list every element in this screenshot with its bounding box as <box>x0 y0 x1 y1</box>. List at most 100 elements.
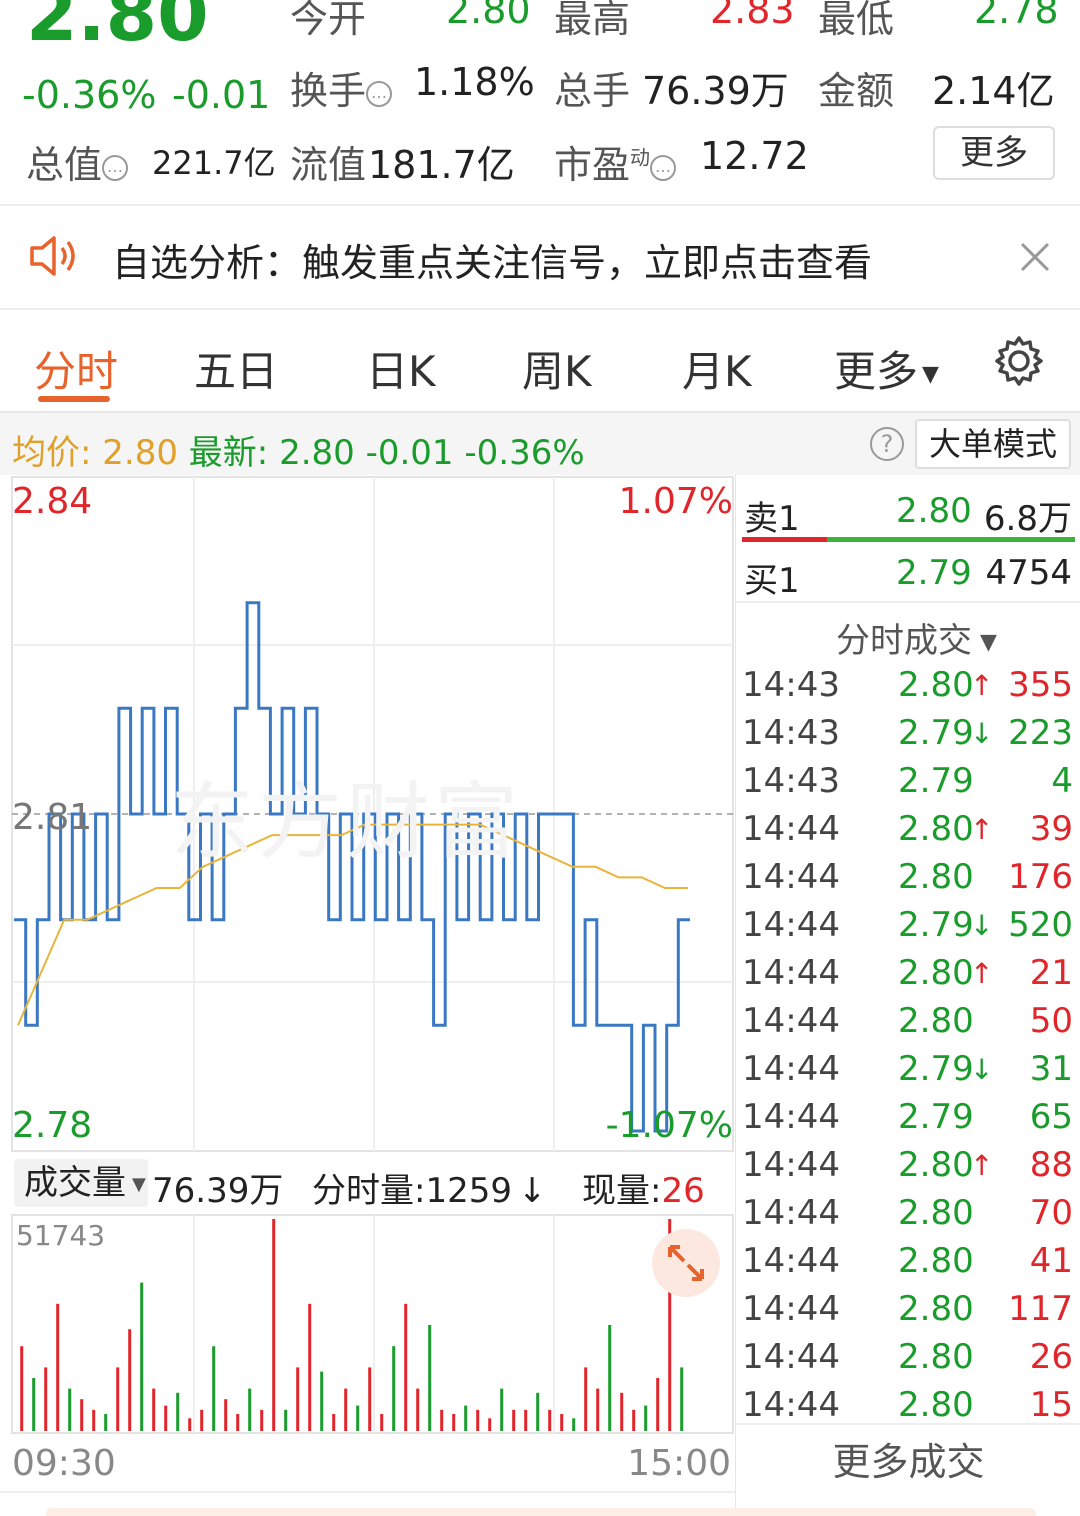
arrow-down-icon: ↓ <box>970 909 994 942</box>
caret-down-icon: ▼ <box>980 630 997 655</box>
tick-volume: 117 <box>1008 1289 1073 1329</box>
volume-axis-max: 51743 <box>16 1219 106 1252</box>
tick-row: 14:44 2.80 41 <box>736 1241 1080 1289</box>
volume-bar <box>680 1367 684 1431</box>
tick-time: 14:44 <box>742 905 840 945</box>
volume-value: 76.39万 <box>642 69 789 113</box>
tick-time: 14:44 <box>742 1241 840 1281</box>
big-order-mode-button[interactable]: 大单模式 <box>915 419 1071 469</box>
expand-icon[interactable] <box>652 1229 720 1297</box>
open-value: 2.80 <box>446 0 531 32</box>
tick-price: 2.79 <box>898 761 974 801</box>
tick-volume: 31 <box>1029 1049 1073 1089</box>
volume-bar <box>260 1409 264 1431</box>
volume-bar <box>356 1405 360 1431</box>
tick-row: 14:44 2.80 15 <box>736 1385 1080 1433</box>
tick-time: 14:44 <box>742 1385 840 1425</box>
tick-time: 14:44 <box>742 953 840 993</box>
indicator-select[interactable]: 成交量 ▼ <box>14 1159 148 1207</box>
tick-row: 14:44 2.80 ↑ 88 <box>736 1145 1080 1193</box>
volume-bar <box>332 1414 336 1431</box>
buy1-price: 2.79 <box>896 553 972 593</box>
ticks-header[interactable]: 分时成交 ▼ <box>836 613 997 662</box>
volume-bar <box>236 1414 240 1431</box>
tick-row: 14:44 2.79 ↓ 520 <box>736 905 1080 953</box>
tick-price: 2.79 <box>898 1049 974 1089</box>
avg-value: 2.80 <box>102 433 178 473</box>
tab-monthly-k[interactable]: 月K <box>682 338 752 399</box>
help-icon[interactable]: ? <box>870 427 904 461</box>
gear-icon[interactable] <box>992 334 1046 388</box>
quote-header: 2.80 -0.36% -0.01 今开 2.80 最高 2.83 最低 2.7… <box>0 0 1080 204</box>
chart-info-bar: 均价: 2.80 最新: 2.80 -0.01 -0.36% ? 大单模式 <box>0 413 1080 475</box>
tab-daily-k[interactable]: 日K <box>366 338 436 399</box>
volume-bar <box>56 1303 60 1431</box>
tick-row: 14:44 2.80 70 <box>736 1193 1080 1241</box>
intraday-chart[interactable]: 东方财富 2.84 2.81 2.78 1.07% -1.07% 成交量 ▼ 76… <box>0 475 1080 1516</box>
tick-price: 2.80 <box>898 809 974 849</box>
change-percent: -0.36% <box>22 73 157 117</box>
notice-bar[interactable]: 自选分析：触发重点关注信号，立即点击查看 <box>0 206 1080 308</box>
volume-bar <box>200 1409 204 1431</box>
arrow-up-icon: ↑ <box>970 669 994 702</box>
volume-bar <box>68 1388 72 1431</box>
tick-volume: 355 <box>1008 665 1073 705</box>
tick-time: 14:43 <box>742 713 840 753</box>
tab-five-day[interactable]: 五日 <box>194 338 278 399</box>
volume-bar <box>44 1367 48 1431</box>
tick-row: 14:43 2.79 ↓ 223 <box>736 713 1080 761</box>
current-volume: 现量:26 <box>582 1171 705 1211</box>
buy1-volume: 4754 <box>985 553 1072 593</box>
volume-bar <box>404 1303 408 1431</box>
volume-bar <box>572 1418 576 1431</box>
volume-total: 76.39万 <box>152 1171 284 1211</box>
tick-time: 14:44 <box>742 857 840 897</box>
turnover-label[interactable]: 换手… <box>290 60 393 115</box>
volume-bar <box>272 1219 276 1431</box>
tick-volume: 15 <box>1029 1385 1073 1425</box>
arrow-down-icon: ↓ <box>518 1171 547 1211</box>
volume-bar <box>116 1367 120 1431</box>
low-label: 最低 <box>818 0 895 41</box>
mktcap-label[interactable]: 总值… <box>26 134 129 189</box>
turnover-value: 1.18% <box>414 60 535 104</box>
more-button[interactable]: 更多 <box>933 126 1055 180</box>
tick-price: 2.80 <box>898 953 974 993</box>
volume-bar <box>320 1371 324 1431</box>
float-value: 181.7亿 <box>368 143 515 187</box>
volume-bar <box>104 1414 108 1431</box>
arrow-down-icon: ↓ <box>970 717 994 750</box>
pe-label[interactable]: 市盈动… <box>554 134 677 189</box>
tick-row: 14:44 2.80 50 <box>736 1001 1080 1049</box>
close-icon[interactable] <box>1018 240 1052 274</box>
amount-label: 金额 <box>818 69 895 113</box>
tick-volume: 26 <box>1029 1337 1073 1377</box>
tick-price: 2.79 <box>898 1097 974 1137</box>
low-value: 2.78 <box>974 0 1059 32</box>
volume-bar <box>656 1378 660 1431</box>
tick-row: 14:44 2.79 ↓ 31 <box>736 1049 1080 1097</box>
tick-price: 2.80 <box>898 1337 974 1377</box>
price-axis-mid: 2.81 <box>12 797 93 838</box>
volume-bar <box>536 1392 540 1431</box>
volume-label: 总手 <box>554 69 631 113</box>
volume-bar <box>512 1409 516 1431</box>
tab-intraday[interactable]: 分时 <box>34 338 118 399</box>
tab-weekly-k[interactable]: 周K <box>522 338 592 399</box>
buy1-label: 买1 <box>744 561 800 601</box>
volume-bar <box>596 1388 600 1431</box>
arrow-up-icon: ↑ <box>970 813 994 846</box>
tab-more[interactable]: 更多 ▼ <box>834 338 939 399</box>
tick-time: 14:44 <box>742 1001 840 1041</box>
tick-price: 2.80 <box>898 1145 974 1185</box>
tick-volume: 176 <box>1008 857 1073 897</box>
volume-bar <box>608 1325 612 1431</box>
tick-price: 2.80 <box>898 1385 974 1425</box>
more-ticks-button[interactable]: 更多成交 <box>736 1431 1080 1486</box>
period-volume: 分时量:1259 ↓ <box>312 1171 547 1211</box>
tick-price: 2.80 <box>898 665 974 705</box>
high-value: 2.83 <box>710 0 795 32</box>
price-axis-max: 2.84 <box>12 481 93 522</box>
volume-bar <box>164 1405 168 1431</box>
tick-volume: 223 <box>1008 713 1073 753</box>
